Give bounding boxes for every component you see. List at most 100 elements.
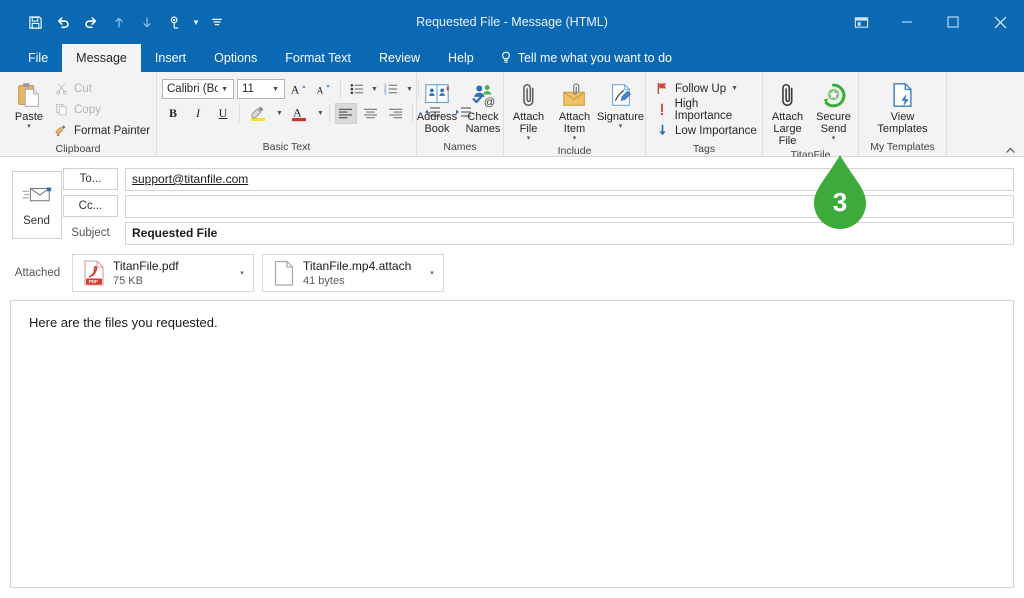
next-item-icon[interactable] [134, 9, 160, 35]
tab-format-text[interactable]: Format Text [271, 44, 365, 72]
bold-button[interactable]: B [162, 103, 184, 124]
tab-review[interactable]: Review [365, 44, 434, 72]
secure-send-caret-icon[interactable]: ▾ [832, 135, 836, 143]
chevron-up-icon[interactable] [1005, 144, 1015, 153]
maximize-icon[interactable] [930, 0, 976, 44]
touch-mode-caret-icon[interactable]: ▼ [190, 9, 202, 35]
signature-caret-icon[interactable]: ▾ [619, 123, 623, 131]
paste-caret-icon[interactable]: ▾ [27, 123, 31, 131]
low-importance-label: Low Importance [675, 124, 757, 137]
grow-font-button[interactable]: A [288, 79, 310, 100]
tell-me-search[interactable]: Tell me what you want to do [488, 44, 684, 72]
copy-button[interactable]: Copy [53, 99, 150, 120]
attach-file-button[interactable]: Attach File ▾ [506, 76, 552, 143]
paste-button[interactable]: Paste ▾ [5, 76, 53, 131]
previous-item-icon[interactable] [106, 9, 132, 35]
attachment-chip[interactable]: PDF TitanFile.pdf 75 KB ▾ [72, 254, 254, 292]
tab-options[interactable]: Options [200, 44, 271, 72]
collapse-ribbon-button[interactable] [947, 139, 1024, 156]
view-templates-button[interactable]: View Templates [868, 76, 938, 135]
font-name-combo[interactable]: Calibri (Bod ▼ [162, 79, 234, 99]
ribbon-group-names: Address Book @ Check Names Names [417, 72, 504, 156]
font-size-caret-icon[interactable]: ▼ [269, 86, 282, 93]
address-book-icon [423, 79, 451, 111]
bullets-caret-icon[interactable]: ▼ [371, 86, 378, 93]
ribbon-tabs: File Message Insert Options Format Text … [0, 44, 1024, 72]
cc-input[interactable] [125, 194, 1014, 218]
send-envelope-icon [21, 184, 53, 211]
secure-send-label: Secure Send [816, 111, 851, 135]
compose-header: Send To... support@titanfile.com Cc... S… [0, 157, 1024, 292]
font-name-caret-icon[interactable]: ▼ [218, 86, 231, 93]
font-size-combo[interactable]: 11 ▼ [237, 79, 285, 99]
close-icon[interactable] [976, 0, 1024, 44]
font-color-button[interactable]: A [286, 103, 314, 124]
font-size-value: 11 [242, 83, 254, 95]
numbering-button[interactable]: 123 [381, 79, 403, 100]
align-right-button[interactable] [385, 103, 407, 124]
attach-item-button[interactable]: Attach Item ▾ [552, 76, 598, 143]
attach-item-icon [561, 79, 589, 111]
bullets-button[interactable] [346, 79, 368, 100]
to-input[interactable]: support@titanfile.com [125, 167, 1014, 191]
address-book-button[interactable]: Address Book [414, 76, 460, 135]
highlight-caret-icon[interactable]: ▼ [276, 110, 283, 117]
numbering-caret-icon[interactable]: ▼ [406, 86, 413, 93]
tab-file[interactable]: File [14, 44, 62, 72]
secure-send-button[interactable]: Secure Send ▾ [811, 76, 857, 143]
to-button[interactable]: To... [63, 168, 118, 190]
customize-qat-icon[interactable] [204, 9, 230, 35]
font-color-caret-icon[interactable]: ▼ [317, 110, 324, 117]
italic-button[interactable]: I [187, 103, 209, 124]
ribbon-group-titanfile: Attach Large File Secure Send ▾ TitanFil… [763, 72, 859, 161]
touch-mode-icon[interactable] [162, 9, 188, 35]
minimize-icon[interactable] [884, 0, 930, 44]
underline-button[interactable]: U [212, 103, 234, 124]
send-button[interactable]: Send [11, 171, 62, 239]
ribbon-group-basic-text: Calibri (Bod ▼ 11 ▼ A A [157, 72, 471, 156]
tab-insert[interactable]: Insert [141, 44, 200, 72]
check-names-icon: @ [469, 79, 497, 111]
align-left-button[interactable] [334, 102, 357, 124]
ribbon-group-tags: Follow Up ▼ High Importance Low Importan… [646, 72, 763, 156]
shrink-font-button[interactable]: A [313, 79, 335, 100]
follow-up-button[interactable]: Follow Up ▼ [654, 78, 738, 99]
check-names-button[interactable]: @ Check Names [460, 76, 506, 135]
undo-icon[interactable] [50, 9, 76, 35]
low-importance-button[interactable]: Low Importance [654, 120, 757, 141]
exclamation-icon [654, 103, 670, 116]
redo-icon[interactable] [78, 9, 104, 35]
svg-text:PDF: PDF [89, 279, 98, 284]
tab-message[interactable]: Message [62, 44, 141, 72]
cut-button[interactable]: Cut [53, 78, 150, 99]
ribbon-display-options-icon[interactable] [838, 0, 884, 44]
align-center-button[interactable] [360, 103, 382, 124]
clipboard-group-label: Clipboard [55, 143, 101, 155]
format-painter-icon [53, 124, 69, 138]
attachment-text: TitanFile.pdf 75 KB [109, 259, 235, 288]
save-icon[interactable] [22, 9, 48, 35]
attach-item-caret-icon[interactable]: ▾ [573, 135, 577, 143]
view-templates-icon [889, 79, 916, 111]
recipient-fields: Send To... support@titanfile.com Cc... S… [10, 167, 1014, 248]
text-highlight-color-button[interactable] [245, 103, 273, 124]
attach-large-file-button[interactable]: Attach Large File [765, 76, 811, 147]
tags-group-label: Tags [692, 143, 716, 155]
subject-input[interactable]: Requested File [125, 221, 1014, 245]
format-painter-label: Format Painter [74, 124, 151, 137]
title-bar: ▼ Requested File - Message (HTML) [0, 0, 1024, 44]
follow-up-caret-icon[interactable]: ▼ [731, 85, 738, 92]
attachment-caret-icon[interactable]: ▾ [425, 269, 439, 277]
attachment-caret-icon[interactable]: ▾ [235, 269, 249, 277]
subject-label: Subject [71, 227, 110, 239]
attach-file-caret-icon[interactable]: ▾ [527, 135, 531, 143]
signature-button[interactable]: Signature ▾ [597, 76, 644, 131]
cc-button[interactable]: Cc... [63, 195, 118, 217]
message-body-input[interactable]: Here are the files you requested. [10, 300, 1014, 588]
format-painter-button[interactable]: Format Painter [53, 120, 150, 141]
attachment-chip[interactable]: TitanFile.mp4.attach 41 bytes ▾ [262, 254, 444, 292]
svg-text:A: A [317, 86, 324, 96]
tab-help[interactable]: Help [434, 44, 488, 72]
high-importance-button[interactable]: High Importance [654, 98, 757, 122]
subject-value: Requested File [132, 226, 218, 240]
